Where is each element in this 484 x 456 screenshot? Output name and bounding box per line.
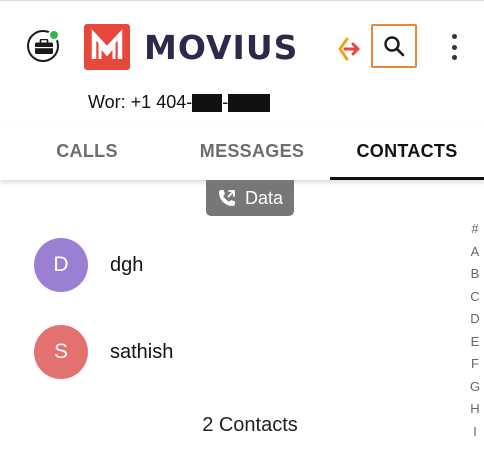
alpha-index-letter[interactable]: I [473, 421, 477, 444]
tab-messages[interactable]: MESSAGES [174, 122, 330, 180]
search-button[interactable] [371, 24, 417, 68]
tab-contacts[interactable]: CONTACTS [330, 122, 484, 180]
alpha-index-letter[interactable]: F [471, 353, 479, 376]
redacted-block [192, 93, 223, 112]
alpha-index-letter[interactable]: D [470, 308, 479, 331]
alpha-index-letter[interactable]: C [470, 286, 479, 309]
alphabet-index[interactable]: # A B C D E F G H I [466, 218, 484, 443]
logo-text: MOVIUS [144, 27, 299, 67]
avatar: S [34, 325, 88, 379]
redacted-block [228, 93, 271, 112]
contact-name: sathish [110, 340, 174, 363]
alpha-index-letter[interactable]: E [471, 331, 480, 354]
contact-row[interactable]: D dgh [34, 238, 434, 292]
app-header: MOVIUS [0, 10, 484, 74]
more-vert-icon-dot [451, 55, 457, 60]
transfer-arrows-icon[interactable] [336, 36, 362, 62]
search-icon [384, 36, 405, 57]
work-profile-badge[interactable] [27, 29, 60, 62]
movius-logo: MOVIUS [84, 24, 298, 70]
tab-calls[interactable]: CALLS [0, 122, 174, 180]
more-vert-icon-dot [451, 44, 457, 50]
alpha-index-letter[interactable]: G [470, 376, 480, 399]
wifi-call-icon [218, 190, 235, 206]
more-vert-icon-dot [451, 34, 457, 39]
avatar: D [34, 238, 88, 292]
online-status-dot [48, 29, 60, 41]
work-number-prefix: Wor: +1 404- [88, 92, 193, 112]
work-number: Wor: +1 404- - [88, 92, 271, 113]
top-divider [0, 0, 484, 1]
contact-name: dgh [110, 253, 144, 276]
alpha-index-letter[interactable]: A [471, 241, 480, 264]
logo-mark-icon [84, 24, 130, 70]
alpha-index-letter[interactable]: B [471, 263, 480, 286]
data-calling-chip[interactable]: Data [206, 180, 294, 216]
alpha-index-letter[interactable]: # [471, 218, 478, 241]
contacts-count: 2 Contacts [202, 414, 298, 436]
more-options-button[interactable] [444, 30, 464, 64]
alpha-index-letter[interactable]: H [470, 398, 479, 421]
contact-row[interactable]: S sathish [34, 325, 434, 379]
main-tabs: CALLS MESSAGES CONTACTS [0, 122, 484, 180]
data-chip-label: Data [244, 187, 284, 208]
briefcase-icon [35, 39, 53, 54]
